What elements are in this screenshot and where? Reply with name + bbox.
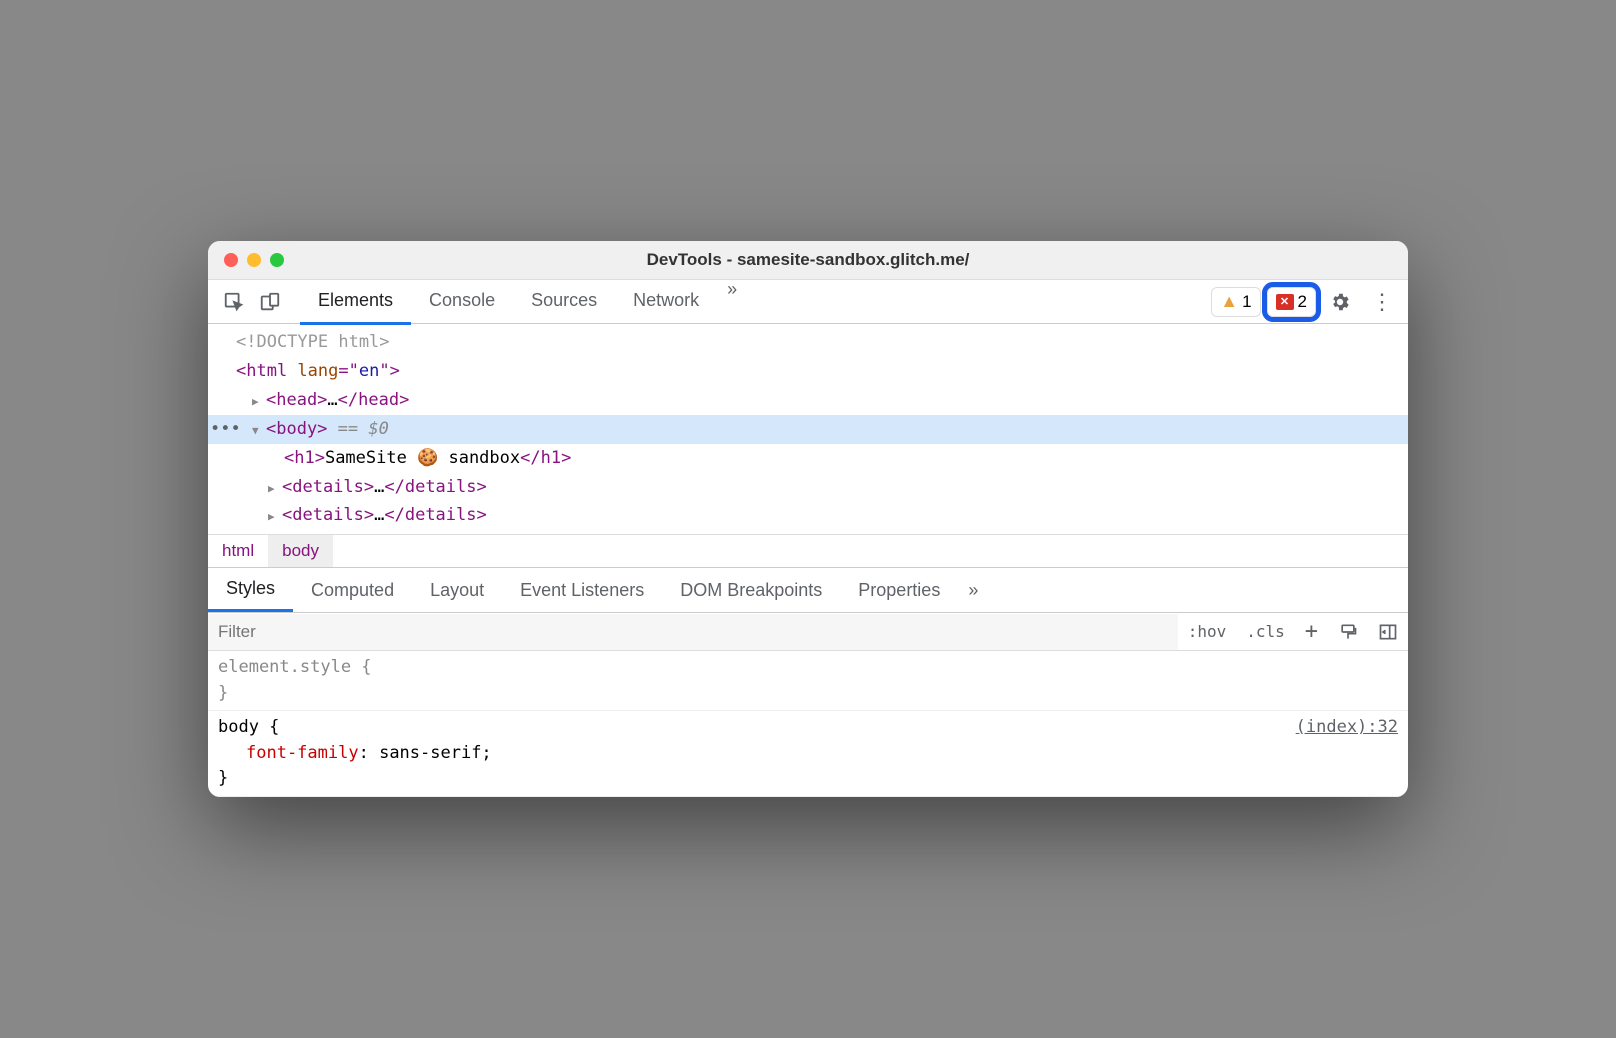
close-brace: } [218, 681, 1398, 707]
dom-h1[interactable]: <h1>SameSite 🍪 sandbox</h1> [208, 444, 1408, 473]
device-toggle-icon[interactable] [252, 284, 288, 320]
issues-button[interactable]: ✕ 2 [1267, 287, 1316, 317]
styles-toolbar: :hov .cls + [208, 613, 1408, 651]
close-window-button[interactable] [224, 253, 238, 267]
body-style-block[interactable]: (index):32 body { font-family: sans-seri… [208, 711, 1408, 797]
breadcrumb-body[interactable]: body [268, 535, 333, 567]
tab-console[interactable]: Console [411, 279, 513, 325]
dom-head[interactable]: ▶<head>…</head> [208, 386, 1408, 415]
hov-button[interactable]: :hov [1178, 613, 1237, 650]
titlebar: DevTools - samesite-sandbox.glitch.me/ [208, 241, 1408, 280]
css-prop-name[interactable]: font-family [246, 743, 359, 763]
traffic-lights [224, 253, 284, 267]
expand-triangle-icon[interactable]: ▶ [268, 480, 282, 499]
dom-body-selected[interactable]: •••▼<body> == $0 [208, 415, 1408, 444]
sub-tab-computed[interactable]: Computed [293, 570, 412, 611]
main-toolbar: Elements Console Sources Network » ▲ 1 ✕… [208, 280, 1408, 324]
issues-count: 2 [1298, 292, 1307, 312]
issues-icon: ✕ [1276, 294, 1294, 310]
styles-sub-tabs: Styles Computed Layout Event Listeners D… [208, 567, 1408, 613]
styles-pane: element.style { } (index):32 body { font… [208, 651, 1408, 797]
sub-tab-event-listeners[interactable]: Event Listeners [502, 570, 662, 611]
eq-dollar-zero: == $0 [327, 419, 388, 439]
warnings-button[interactable]: ▲ 1 [1211, 287, 1260, 317]
element-style-block[interactable]: element.style { } [208, 651, 1408, 711]
breadcrumb: html body [208, 534, 1408, 567]
kebab-menu-icon[interactable]: ⋮ [1364, 284, 1400, 320]
warning-count: 1 [1242, 292, 1251, 312]
dom-tree[interactable]: <!DOCTYPE html> <html lang="en"> ▶<head>… [208, 324, 1408, 534]
dom-details-2[interactable]: ▶<details>…</details> [208, 501, 1408, 530]
dom-doctype[interactable]: <!DOCTYPE html> [208, 328, 1408, 357]
tab-network[interactable]: Network [615, 279, 717, 325]
paint-icon[interactable] [1328, 613, 1368, 650]
devtools-window: DevTools - samesite-sandbox.glitch.me/ E… [208, 241, 1408, 797]
element-style-selector: element.style { [218, 655, 1398, 681]
inspect-element-icon[interactable] [216, 284, 252, 320]
collapse-triangle-icon[interactable]: ▼ [252, 422, 266, 441]
more-tabs-icon[interactable]: » [717, 279, 747, 325]
close-brace: } [218, 766, 1398, 792]
minimize-window-button[interactable] [247, 253, 261, 267]
tab-elements[interactable]: Elements [300, 279, 411, 325]
sub-tab-properties[interactable]: Properties [840, 570, 958, 611]
source-link[interactable]: (index):32 [1296, 715, 1398, 741]
warning-icon: ▲ [1220, 291, 1238, 312]
settings-icon[interactable] [1322, 284, 1358, 320]
toolbar-right: ▲ 1 ✕ 2 ⋮ [1211, 284, 1400, 320]
sub-tab-styles[interactable]: Styles [208, 568, 293, 612]
maximize-window-button[interactable] [270, 253, 284, 267]
expand-triangle-icon[interactable]: ▶ [268, 508, 282, 527]
new-style-rule-button[interactable]: + [1295, 613, 1328, 650]
sub-tab-layout[interactable]: Layout [412, 570, 502, 611]
tab-sources[interactable]: Sources [513, 279, 615, 325]
css-prop-value[interactable]: sans-serif; [379, 743, 492, 763]
cls-button[interactable]: .cls [1236, 613, 1295, 650]
dom-details-1[interactable]: ▶<details>…</details> [208, 473, 1408, 502]
body-selector: body { [218, 715, 1398, 741]
breadcrumb-html[interactable]: html [208, 535, 268, 567]
expand-triangle-icon[interactable]: ▶ [252, 393, 266, 412]
dom-html-open[interactable]: <html lang="en"> [208, 357, 1408, 386]
styles-filter-input[interactable] [208, 614, 1178, 650]
more-sub-tabs-icon[interactable]: » [958, 580, 988, 601]
window-title: DevTools - samesite-sandbox.glitch.me/ [647, 250, 970, 270]
sub-tab-dom-breakpoints[interactable]: DOM Breakpoints [662, 570, 840, 611]
toggle-sidebar-icon[interactable] [1368, 613, 1408, 650]
panel-tabs: Elements Console Sources Network » [300, 279, 747, 325]
